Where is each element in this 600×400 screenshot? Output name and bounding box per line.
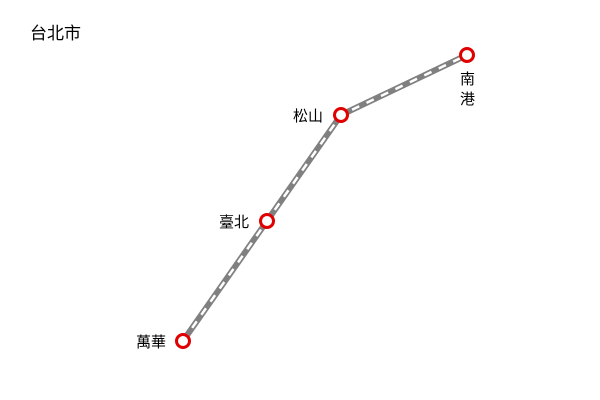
station-nangang[interactable]: 南 港 — [459, 47, 475, 109]
rail-line-base — [180, 52, 469, 343]
station-label-nangang-line1: 南 — [460, 70, 475, 88]
station-marker[interactable] — [175, 333, 191, 349]
station-marker[interactable] — [459, 47, 475, 63]
station-wanhua[interactable]: 萬華 — [136, 333, 191, 351]
station-marker[interactable] — [333, 107, 349, 123]
station-taipei[interactable]: 臺北 — [219, 213, 275, 231]
rail-line-dashes — [181, 53, 468, 342]
station-songshan[interactable]: 松山 — [293, 107, 349, 125]
station-label-nangang-line2: 港 — [460, 90, 475, 108]
city-title: 台北市 — [30, 24, 81, 44]
station-label-wanhua: 萬華 — [136, 333, 166, 351]
station-label-songshan: 松山 — [293, 107, 323, 125]
rail-map: 台北市 萬華 臺北 松山 南 港 — [30, 24, 475, 351]
rail-line — [180, 52, 469, 343]
station-marker[interactable] — [259, 213, 275, 229]
station-label-taipei: 臺北 — [219, 213, 249, 231]
